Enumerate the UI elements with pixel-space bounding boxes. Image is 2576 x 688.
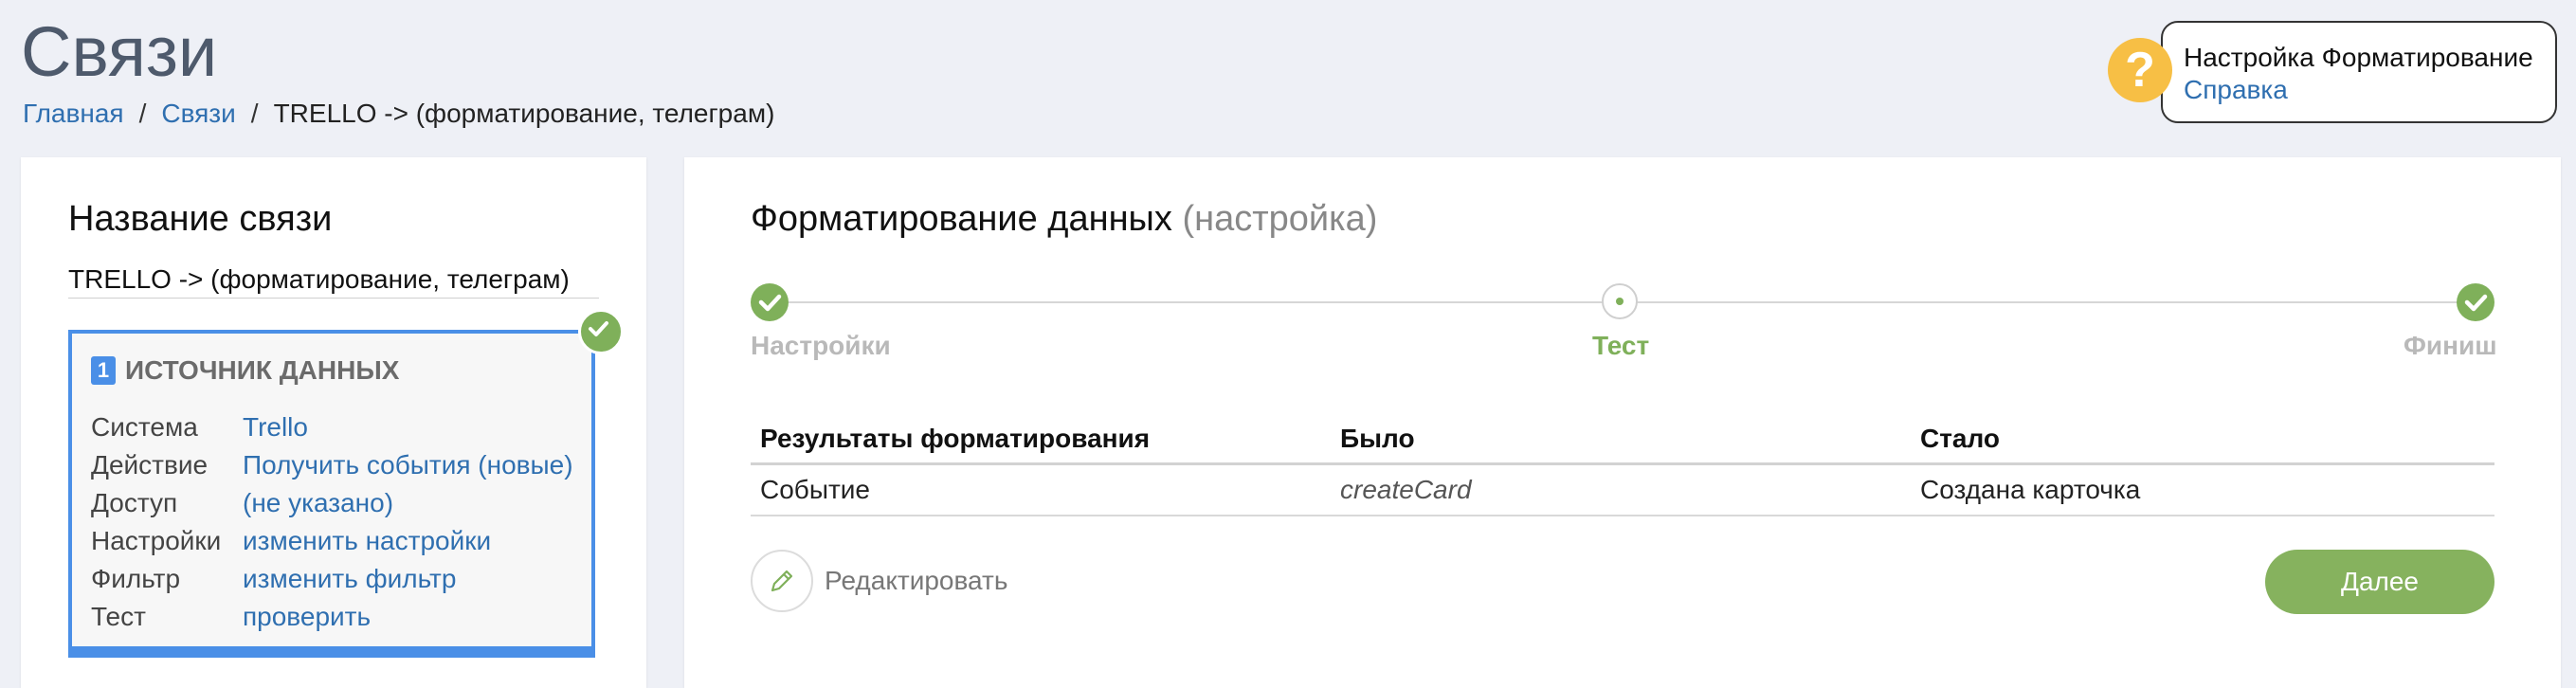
step-label-finish[interactable]: Финиш	[2404, 330, 2497, 362]
field-label: Тест	[91, 602, 146, 631]
formatting-card: Форматирование данных (настройка) Настро…	[684, 157, 2561, 688]
source-field-settings: Настройки изменить настройки	[91, 525, 586, 557]
formatting-title-main: Форматирование данных	[751, 199, 1172, 239]
formatting-results-table: Результаты форматирования Было Стало Соб…	[751, 415, 2494, 516]
source-field-system: Система Trello	[91, 411, 586, 444]
breadcrumb: Главная / Связи / TRELLO -> (форматирование,…	[23, 97, 774, 131]
source-field-filter: Фильтр изменить фильтр	[91, 563, 586, 595]
step-finish-check-icon[interactable]	[2457, 283, 2494, 321]
field-value-link[interactable]: изменить фильтр	[243, 564, 456, 593]
data-source-block[interactable]: 1 ИСТОЧНИК ДАННЫХ Система Trello Действие П…	[68, 330, 595, 658]
breadcrumb-home-link[interactable]: Главная	[23, 99, 124, 128]
source-field-test: Тест проверить	[91, 601, 586, 633]
connection-title: Название связи	[68, 199, 333, 239]
breadcrumb-separator: /	[250, 99, 259, 128]
page-title: Связи	[21, 12, 218, 91]
source-header: 1 ИСТОЧНИК ДАННЫХ	[91, 354, 399, 387]
edit-button[interactable]: Редактировать	[751, 548, 1007, 614]
field-label: Фильтр	[91, 564, 181, 593]
table-cell-before: createCard	[1331, 463, 1911, 516]
column-header: Результаты форматирования	[751, 415, 1331, 465]
source-header-label: ИСТОЧНИК ДАННЫХ	[125, 355, 400, 385]
check-icon	[578, 309, 624, 354]
help-box: Настройка Форматирование Справка	[2161, 21, 2557, 123]
column-header: Было	[1331, 415, 1911, 465]
step-test-current-icon[interactable]	[1602, 283, 1638, 319]
field-value-link[interactable]: (не указано)	[243, 488, 393, 517]
step-label-test[interactable]: Тест	[1592, 330, 1649, 362]
table-cell-field: Событие	[751, 463, 1331, 516]
field-value-link[interactable]: Получить события (новые)	[243, 450, 573, 480]
connection-card: Название связи TRELLO -> (форматирование…	[21, 157, 646, 688]
formatting-title: Форматирование данных (настройка)	[751, 197, 1377, 241]
connection-name-field[interactable]: TRELLO -> (форматирование, телеграм)	[68, 263, 599, 299]
breadcrumb-current: TRELLO -> (форматирование, телеграм)	[273, 99, 775, 128]
field-value-link[interactable]: изменить настройки	[243, 526, 491, 555]
edit-label: Редактировать	[825, 566, 1008, 595]
next-button[interactable]: Далее	[2265, 550, 2494, 614]
pencil-icon	[751, 550, 813, 612]
breadcrumb-links-link[interactable]: Связи	[161, 99, 235, 128]
step-settings-check-icon[interactable]	[751, 283, 789, 321]
step-number-badge: 1	[91, 356, 116, 385]
breadcrumb-separator: /	[138, 99, 147, 128]
help-link[interactable]: Справка	[2184, 74, 2555, 106]
source-field-action: Действие Получить события (новые)	[91, 449, 586, 481]
help-title: Настройка Форматирование	[2184, 43, 2533, 72]
column-header: Стало	[1911, 415, 2494, 465]
question-icon[interactable]: ?	[2108, 38, 2172, 102]
formatting-title-suffix: (настройка)	[1182, 199, 1378, 239]
field-label: Доступ	[91, 488, 178, 517]
table-cell-after: Создана карточка	[1911, 463, 2494, 516]
field-label: Действие	[91, 450, 209, 480]
field-label: Система	[91, 412, 198, 442]
step-label-settings[interactable]: Настройки	[751, 330, 891, 362]
field-label: Настройки	[91, 526, 222, 555]
field-value-link[interactable]: проверить	[243, 602, 371, 631]
source-field-access: Доступ (не указано)	[91, 487, 586, 519]
table-row: Событие createCard Создана карточка	[751, 463, 2494, 516]
field-value-link[interactable]: Trello	[243, 412, 308, 442]
table-header-row: Результаты форматирования Было Стало	[751, 415, 2494, 465]
